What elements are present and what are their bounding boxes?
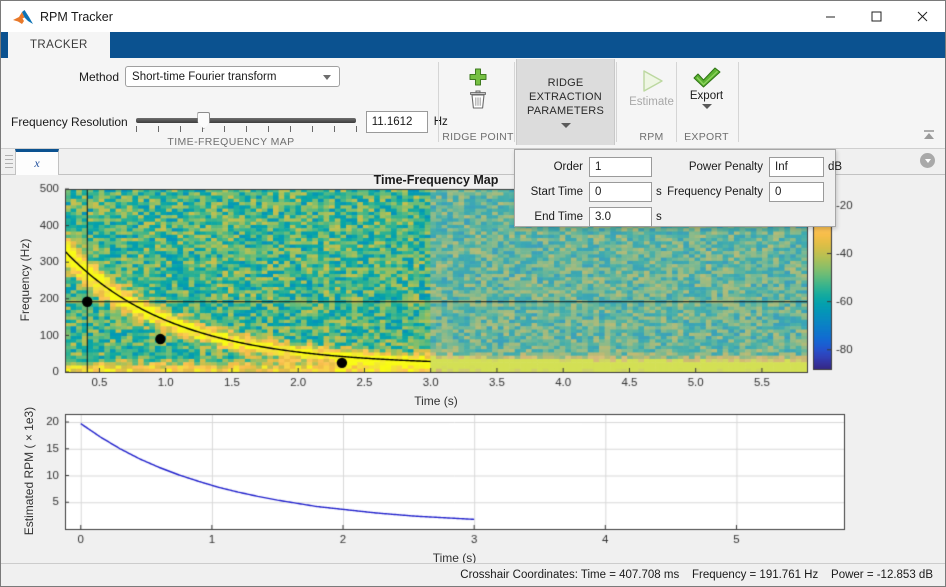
status-bar: Crosshair Coordinates: Time = 407.708 ms… <box>1 563 945 586</box>
ridge-extraction-line-3: PARAMETERS <box>527 104 604 118</box>
order-row: Order 1 <box>523 156 652 177</box>
start-time-value: 0 <box>595 186 601 198</box>
ribbon-separator <box>738 62 739 142</box>
minimize-button[interactable] <box>807 1 853 32</box>
end-time-label: End Time <box>523 211 583 223</box>
method-row: Method Short-time Fourier transform <box>79 66 340 87</box>
ridge-extraction-line-1: RIDGE <box>527 76 604 90</box>
frequency-penalty-value: 0 <box>775 186 781 198</box>
window-title: RPM Tracker <box>40 10 113 24</box>
chevron-down-icon <box>323 75 331 80</box>
ridge-extraction-parameters-panel: Order 1 Start Time 0 s End Time 3.0 s Po… <box>514 149 836 227</box>
estimate-label: Estimate <box>629 96 674 108</box>
order-value: 1 <box>595 161 601 173</box>
end-time-value: 3.0 <box>595 211 611 223</box>
frequency-penalty-label: Frequency Penalty <box>655 186 763 198</box>
ridge-extraction-parameters-button[interactable]: RIDGE EXTRACTION PARAMETERS <box>516 59 615 145</box>
add-ridge-point-button[interactable] <box>442 66 514 88</box>
document-options-button[interactable] <box>920 153 935 168</box>
slider-ticks <box>136 126 356 133</box>
estimate-button[interactable]: Estimate <box>618 68 685 108</box>
power-penalty-input[interactable]: Inf <box>769 157 824 177</box>
power-penalty-unit: dB <box>828 161 842 173</box>
frequency-resolution-label: Frequency Resolution <box>11 115 128 129</box>
matlab-logo-icon <box>11 8 37 26</box>
ridge-point-group-caption: RIDGE POINT <box>442 131 514 143</box>
frequency-resolution-value: 11.1612 <box>372 116 413 128</box>
ribbon-separator <box>676 62 677 142</box>
start-time-row: Start Time 0 s <box>523 181 662 202</box>
ridge-extraction-line-2: EXTRACTION <box>527 90 604 104</box>
export-label: Export <box>690 90 723 102</box>
ribbon-separator <box>616 62 617 142</box>
chevron-down-icon <box>925 159 931 163</box>
frequency-resolution-input[interactable]: 11.1612 <box>366 111 428 133</box>
ribbon: Method Short-time Fourier transform Freq… <box>1 58 945 149</box>
start-time-input[interactable]: 0 <box>589 182 652 202</box>
end-time-row: End Time 3.0 s <box>523 206 662 227</box>
time-frequency-ylabel: Frequency (Hz) <box>18 220 32 340</box>
start-time-label: Start Time <box>523 186 583 198</box>
maximize-button[interactable] <box>853 1 899 32</box>
close-button[interactable] <box>899 1 945 32</box>
tab-tracker[interactable]: TRACKER <box>8 32 110 58</box>
ridge-extraction-parameters-label: RIDGE EXTRACTION PARAMETERS <box>527 76 604 118</box>
crosshair-coordinates-status: Crosshair Coordinates: Time = 407.708 ms… <box>460 569 933 581</box>
frequency-penalty-row: Frequency Penalty 0 <box>655 181 824 202</box>
frequency-penalty-input[interactable]: 0 <box>769 182 824 202</box>
power-penalty-label: Power Penalty <box>667 161 763 173</box>
rpm-tracker-window: RPM Tracker TRACKER Method Short-time Fo… <box>0 0 946 587</box>
export-button[interactable]: Export <box>678 66 735 109</box>
time-frequency-xlabel: Time (s) <box>65 394 807 408</box>
ribbon-separator <box>514 62 515 142</box>
document-tab-x[interactable]: x <box>15 149 59 175</box>
ribbon-separator <box>438 62 439 142</box>
time-frequency-map-group-caption: TIME-FREQUENCY MAP <box>151 136 311 148</box>
ridge-point-group: RIDGE POINT <box>442 58 514 146</box>
frequency-resolution-row: Frequency Resolution 11.1612 Hz <box>11 110 448 134</box>
drag-handle-icon[interactable] <box>5 155 13 169</box>
method-value: Short-time Fourier transform <box>132 71 276 83</box>
ribbon-tab-strip: TRACKER <box>1 32 945 58</box>
slider-track <box>136 118 356 123</box>
collapse-ribbon-button[interactable] <box>921 127 937 143</box>
order-input[interactable]: 1 <box>589 157 652 177</box>
plots-canvas[interactable] <box>1 175 945 563</box>
export-group-caption: EXPORT <box>678 131 735 143</box>
document-tab-label: x <box>34 156 39 171</box>
rpm-ylabel: Estimated RPM ( × 1e3) <box>22 381 36 561</box>
end-time-input[interactable]: 3.0 <box>589 207 652 227</box>
title-bar: RPM Tracker <box>1 1 945 32</box>
chevron-down-icon <box>561 123 571 128</box>
window-controls <box>807 1 945 32</box>
method-label: Method <box>79 70 119 84</box>
method-dropdown[interactable]: Short-time Fourier transform <box>125 66 340 87</box>
order-label: Order <box>523 161 583 173</box>
plot-area: Time-Frequency Map Time (s) Frequency (H… <box>1 175 945 563</box>
chevron-down-icon[interactable] <box>702 104 712 109</box>
rpm-group-caption: RPM <box>618 131 685 143</box>
rpm-group: Estimate RPM <box>618 58 685 146</box>
power-penalty-value: Inf <box>775 161 788 173</box>
power-penalty-row: Power Penalty Inf dB <box>667 156 842 177</box>
end-time-unit: s <box>656 211 662 223</box>
delete-ridge-point-button[interactable] <box>442 89 514 111</box>
frequency-resolution-slider[interactable] <box>136 110 356 134</box>
export-group: Export EXPORT <box>678 58 735 146</box>
